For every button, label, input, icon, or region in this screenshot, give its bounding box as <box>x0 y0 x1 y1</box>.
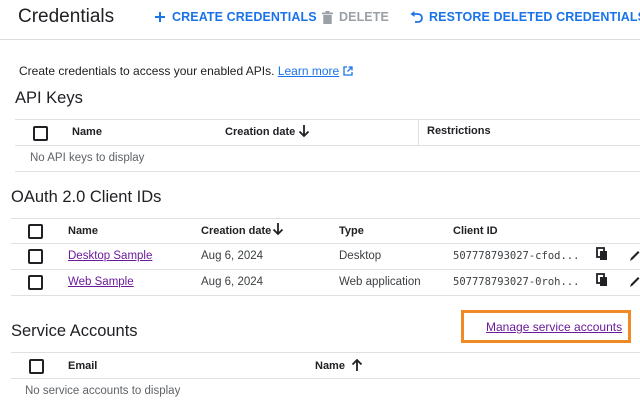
manage-service-accounts-link[interactable]: Manage service accounts <box>486 320 622 334</box>
service-accounts-select-all-checkbox[interactable] <box>29 359 44 374</box>
api-keys-col-creation-date[interactable]: Creation date <box>225 126 295 138</box>
service-accounts-col-email[interactable]: Email <box>68 360 97 372</box>
service-accounts-table-top-border <box>11 352 640 353</box>
type-cell: Desktop <box>339 250 382 262</box>
oauth-col-creation-date[interactable]: Creation date <box>201 225 271 237</box>
page-title: Credentials <box>18 6 115 27</box>
oauth-table-top-border <box>11 218 640 219</box>
client-name-link[interactable]: Desktop Sample <box>68 250 152 262</box>
copy-icon[interactable] <box>596 273 608 287</box>
creation-date-cell: Aug 6, 2024 <box>201 250 264 262</box>
restore-deleted-credentials-button[interactable]: RESTORE DELETED CREDENTIALS <box>410 10 640 24</box>
oauth-col-name[interactable]: Name <box>68 225 98 237</box>
oauth-col-type[interactable]: Type <box>339 225 364 237</box>
oauth-select-all-checkbox[interactable] <box>28 224 43 239</box>
edit-pencil-icon[interactable] <box>629 275 640 288</box>
client-id-cell: 507778793027-0roh... <box>453 276 580 288</box>
api-keys-col-restrictions[interactable]: Restrictions <box>427 125 491 137</box>
intro-text: Create credentials to access your enable… <box>19 64 353 78</box>
api-keys-select-all-checkbox[interactable] <box>33 126 48 141</box>
intro-description: Create credentials to access your enable… <box>19 64 275 78</box>
create-credentials-button[interactable]: CREATE CREDENTIALS <box>154 10 317 24</box>
creation-date-cell: Aug 6, 2024 <box>201 276 264 288</box>
oauth-col-client-id[interactable]: Client ID <box>453 225 498 237</box>
service-accounts-col-name[interactable]: Name <box>315 360 345 372</box>
row-border <box>11 269 640 270</box>
delete-label: DELETE <box>339 10 389 24</box>
row-checkbox[interactable] <box>28 275 43 290</box>
arrow-up-icon[interactable] <box>351 358 363 372</box>
oauth-table-bottom-border <box>11 295 640 296</box>
edit-pencil-icon[interactable] <box>629 249 640 262</box>
service-accounts-header-border <box>11 378 640 379</box>
type-cell: Web application <box>339 276 421 288</box>
api-keys-table-bottom-border <box>15 171 640 172</box>
api-keys-empty-message: No API keys to display <box>30 152 145 164</box>
api-keys-col-name[interactable]: Name <box>72 126 102 138</box>
service-accounts-title: Service Accounts <box>11 322 138 340</box>
create-credentials-label: CREATE CREDENTIALS <box>172 10 317 24</box>
column-separator <box>418 119 419 145</box>
client-id-cell: 507778793027-cfod... <box>453 250 580 262</box>
toolbar-divider <box>0 39 640 40</box>
delete-button[interactable]: DELETE <box>322 10 389 24</box>
oauth-title: OAuth 2.0 Client IDs <box>11 188 162 206</box>
api-keys-title: API Keys <box>15 89 83 107</box>
client-name-link[interactable]: Web Sample <box>68 276 134 288</box>
external-link-icon[interactable] <box>342 66 353 76</box>
learn-more-link[interactable]: Learn more <box>278 64 339 78</box>
oauth-header-border <box>11 243 640 244</box>
arrow-down-icon[interactable] <box>272 222 284 236</box>
undo-icon <box>410 11 423 23</box>
api-keys-table-top-border <box>15 119 640 120</box>
arrow-down-icon[interactable] <box>298 124 310 138</box>
api-keys-header-border <box>15 145 640 146</box>
copy-icon[interactable] <box>596 247 608 261</box>
service-accounts-empty-message: No service accounts to display <box>25 385 181 397</box>
plus-icon <box>155 12 165 22</box>
restore-label: RESTORE DELETED CREDENTIALS <box>429 10 640 24</box>
trash-icon <box>322 10 333 24</box>
row-checkbox[interactable] <box>28 249 43 264</box>
